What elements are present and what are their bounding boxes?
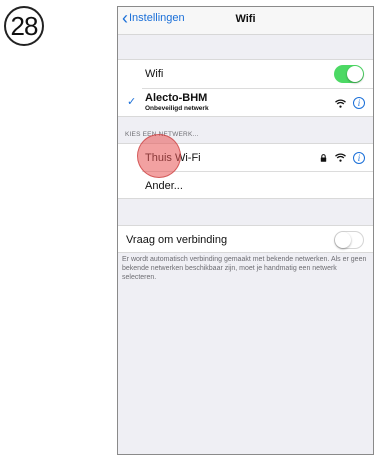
page-title: Wifi [235,13,256,25]
connected-network-name: Alecto-BHM [145,92,208,104]
ask-to-join-toggle[interactable] [334,231,364,249]
other-network-label: Ander... [145,180,183,192]
wifi-toggle-row: Wifi [118,60,373,88]
navigation-bar: ‹ Instellingen Wifi [118,7,373,35]
checkmark-icon: ✓ [127,96,137,108]
phone-screen: ‹ Instellingen Wifi Wifi ✓ Alecto-BHM On… [117,6,374,455]
step-number: 28 [10,10,39,41]
tap-indicator [137,134,181,178]
wifi-toggle[interactable] [334,65,364,83]
toggle-knob [347,66,363,82]
info-icon[interactable]: i [353,97,365,109]
ask-to-join-label: Vraag om verbinding [126,234,228,246]
connected-network-status: Onbeveiligd netwerk [145,105,209,112]
wifi-signal-icon [335,99,346,108]
connected-network-row[interactable]: ✓ Alecto-BHM Onbeveiligd netwerk i [118,89,373,117]
step-number-badge: 28 [4,6,44,46]
wifi-signal-icon [335,153,346,162]
info-icon[interactable]: i [353,152,365,164]
ask-to-join-description: Er wordt automatisch verbinding gemaakt … [122,256,367,281]
toggle-knob [335,232,351,248]
wifi-group: Wifi ✓ Alecto-BHM Onbeveiligd netwerk i [118,59,373,117]
lock-icon [320,154,327,162]
wifi-label: Wifi [145,68,164,80]
ask-to-join-group: Vraag om verbinding [118,225,373,253]
